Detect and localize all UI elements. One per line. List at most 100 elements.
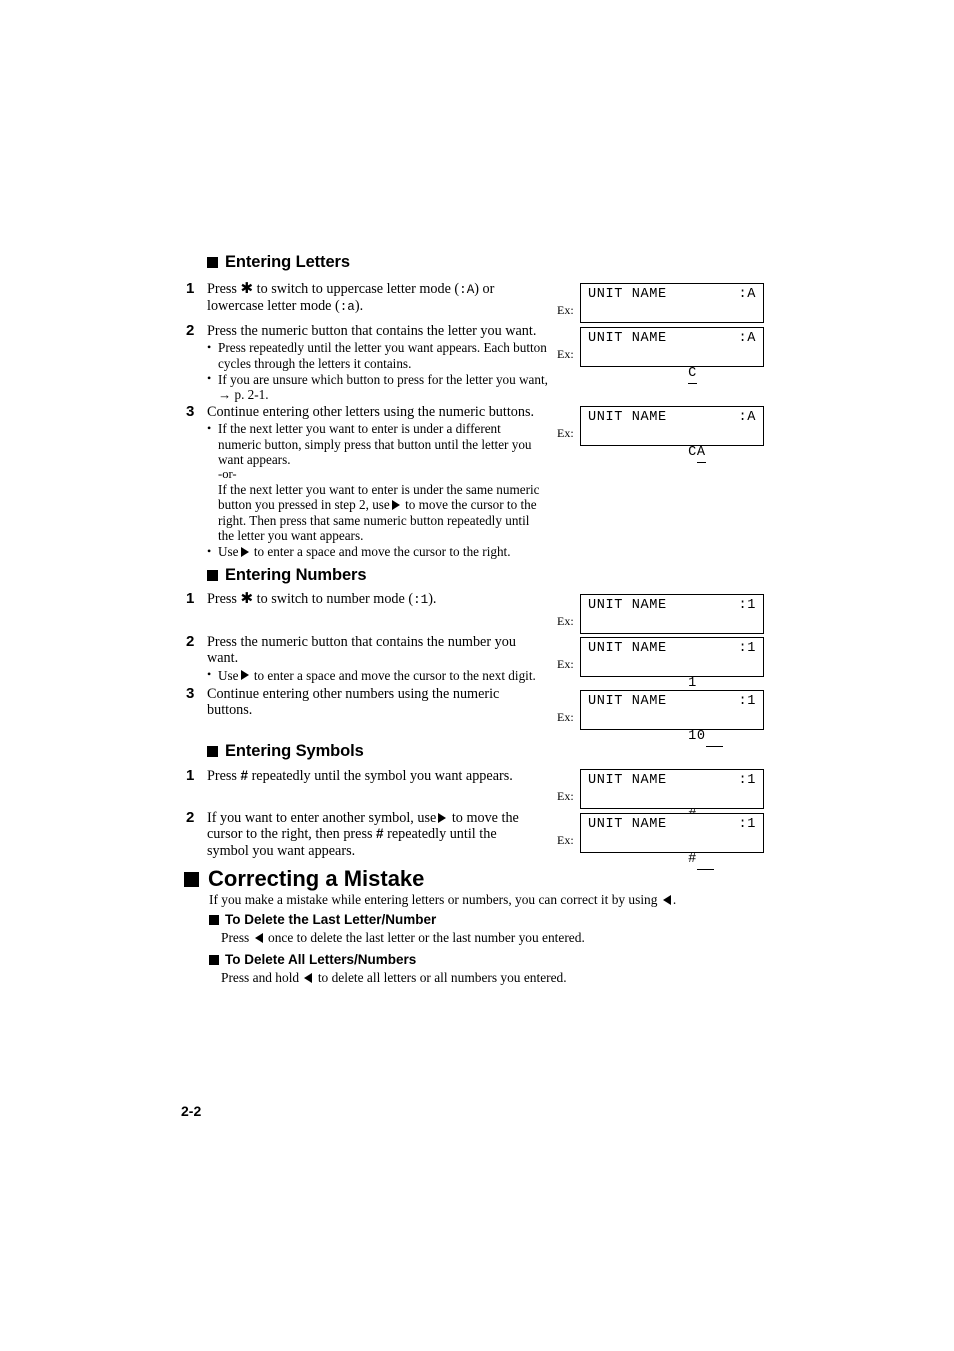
list-item: Press repeatedly until the letter you wa… — [207, 340, 552, 371]
delete-last-text: Press once to delete the last letter or … — [221, 930, 585, 946]
lcd-cursor — [705, 728, 724, 747]
step-text: If you want to enter another symbol, use… — [207, 810, 537, 859]
example-label: Ex: — [557, 657, 574, 671]
list-item-text-alt: If the next letter you want to enter is … — [218, 482, 547, 543]
step-text: Press # repeatedly until the symbol you … — [207, 768, 552, 784]
example-label: Ex: — [557, 303, 574, 317]
mode-indicator-upper: :A — [459, 283, 475, 297]
mode-indicator-lower: :a — [339, 300, 355, 315]
heading-entering-numbers-label: Entering Numbers — [225, 566, 367, 584]
step-text: Press the numeric button that contains t… — [207, 323, 552, 402]
correcting-intro-post: . — [672, 892, 677, 907]
lcd-display: UNIT NAME :1 # — [580, 813, 764, 870]
step-text-part: to switch to uppercase letter mode ( — [256, 281, 460, 297]
hash-key-icon: # — [240, 768, 249, 783]
lcd-row-top: UNIT NAME :1 — [588, 640, 756, 658]
list-item: Use to enter a space and move the cursor… — [207, 667, 547, 683]
list-item-text: If the next letter you want to enter is … — [218, 421, 532, 467]
bullet-square-icon — [209, 954, 219, 965]
heading-entering-letters-label: Entering Letters — [225, 253, 350, 271]
lcd-title: UNIT NAME — [588, 694, 667, 709]
list-item-text-post: to enter a space and move the cursor to … — [253, 544, 511, 560]
step-number: 1 — [186, 590, 195, 607]
heading-entering-letters: Entering Letters — [207, 253, 350, 272]
step-number: 2 — [186, 809, 195, 826]
manual-page: Entering Letters 1 Press ✱ to switch to … — [0, 0, 954, 1351]
lcd-title: UNIT NAME — [588, 410, 667, 425]
lcd-display: UNIT NAME :A CA — [580, 406, 764, 463]
lcd-row-bottom: CA — [588, 426, 706, 481]
heading-entering-symbols-label: Entering Symbols — [225, 742, 364, 760]
delete-all-text-post: to delete all letters or all numbers you… — [317, 970, 567, 985]
step-number: 3 — [186, 403, 195, 420]
lcd-title: UNIT NAME — [588, 331, 667, 346]
step-bullet-list: If the next letter you want to enter is … — [207, 421, 547, 559]
heading-delete-all: To Delete All Letters/Numbers — [209, 952, 416, 967]
lcd-mode: :A — [738, 410, 756, 425]
lcd-title: UNIT NAME — [588, 641, 667, 656]
bullet-square-icon — [207, 746, 218, 757]
step-text: Press ✱ to switch to number mode (:1). — [207, 591, 552, 608]
right-arrow-icon — [240, 546, 249, 557]
bullet-square-icon — [184, 871, 199, 887]
step-text-part: repeatedly until the symbol you want app… — [251, 768, 513, 784]
right-arrow-icon — [438, 812, 447, 823]
heading-correcting-mistake-label: Correcting a Mistake — [208, 866, 425, 891]
heading-delete-last: To Delete the Last Letter/Number — [209, 912, 436, 927]
step-lead: Continue entering other numbers using th… — [207, 686, 500, 719]
left-arrow-icon — [662, 894, 671, 905]
step-bullet-list: Press repeatedly until the letter you wa… — [207, 340, 552, 402]
heading-correcting-mistake: Correcting a Mistake — [184, 866, 424, 892]
step-text-part: Press — [207, 591, 237, 607]
left-arrow-icon — [254, 932, 263, 943]
lcd-display: UNIT NAME :1 10 — [580, 690, 764, 747]
step-text-part: lowercase letter mode ( — [207, 298, 340, 315]
example-label: Ex: — [557, 833, 574, 847]
lcd-mode: :1 — [738, 773, 756, 788]
list-item: Use to enter a space and move the cursor… — [207, 544, 547, 560]
delete-last-text-pre: Press — [221, 930, 250, 945]
lcd-value: C — [688, 365, 697, 384]
lcd-row-top: UNIT NAME :1 — [588, 693, 756, 711]
lcd-value: 10 — [688, 729, 706, 744]
lcd-title: UNIT NAME — [588, 287, 667, 302]
example-label: Ex: — [557, 614, 574, 628]
lcd-mode: :1 — [738, 817, 756, 832]
lcd-row-top: UNIT NAME :1 — [588, 597, 756, 615]
step-bullet-list: Use to enter a space and move the cursor… — [207, 667, 547, 683]
lcd-row-top: UNIT NAME :A — [588, 286, 756, 304]
lcd-mode: :1 — [738, 694, 756, 709]
lcd-mode: :A — [738, 287, 756, 302]
step-lead: Press the numeric button that contains t… — [207, 634, 516, 667]
lcd-mode: :1 — [738, 598, 756, 613]
list-item-text-pre: Use — [218, 667, 239, 683]
heading-delete-all-label: To Delete All Letters/Numbers — [225, 952, 417, 967]
bullet-square-icon — [207, 570, 218, 581]
step-text: Press the numeric button that contains t… — [207, 634, 547, 683]
lcd-display: UNIT NAME :1 — [580, 594, 764, 651]
lcd-value: 1 — [688, 676, 697, 691]
step-number: 1 — [186, 767, 195, 784]
step-text-part: ). — [428, 591, 437, 607]
lcd-title: UNIT NAME — [588, 773, 667, 788]
mode-indicator-number: :1 — [413, 593, 429, 607]
step-text: Press ✱ to switch to uppercase letter mo… — [207, 281, 552, 316]
or-separator: -or- — [218, 467, 237, 482]
list-item: If the next letter you want to enter is … — [207, 421, 547, 543]
lcd-title: UNIT NAME — [588, 598, 667, 613]
list-item-text-post: to enter a space and move the cursor to … — [253, 667, 536, 683]
heading-entering-symbols: Entering Symbols — [207, 742, 364, 761]
lcd-row-top: UNIT NAME :1 — [588, 816, 756, 834]
lcd-row-bottom: C — [588, 347, 697, 402]
step-number: 2 — [186, 322, 195, 339]
bullet-square-icon — [209, 914, 219, 925]
step-text: Continue entering other numbers using th… — [207, 686, 537, 719]
step-text-part: ). — [354, 298, 364, 315]
lcd-display: UNIT NAME :1 1 — [580, 637, 764, 694]
step-lead: Continue entering other letters using th… — [207, 404, 535, 420]
step-number: 2 — [186, 633, 195, 650]
delete-last-text-post: once to delete the last letter or the la… — [268, 930, 585, 945]
asterisk-key-icon: ✱ — [240, 591, 254, 607]
step-text-part: Press — [207, 281, 237, 297]
lcd-value: # — [688, 852, 697, 867]
